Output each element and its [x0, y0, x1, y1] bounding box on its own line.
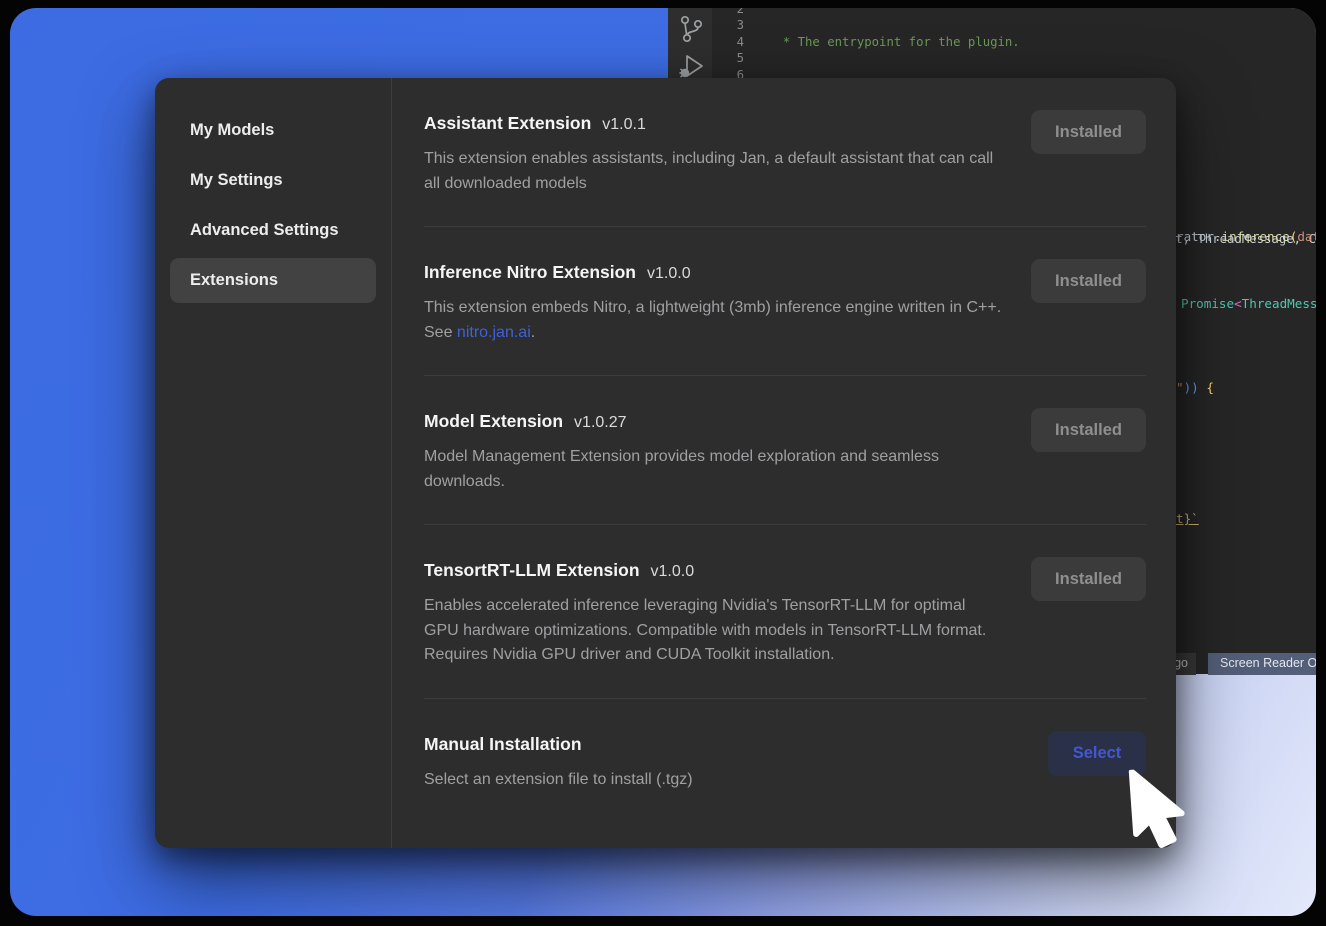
settings-modal: My Models My Settings Advanced Settings …: [155, 78, 1176, 848]
code-token: Promise: [1181, 296, 1234, 311]
extensions-list: Assistant Extension v1.0.1 This extensio…: [424, 78, 1146, 848]
git-branch-icon[interactable]: [678, 14, 704, 44]
extension-name: Model Extension: [424, 408, 563, 434]
manual-installation-title: Manual Installation: [424, 731, 582, 757]
code-fragment: t}`: [1176, 511, 1199, 526]
description-text: .: [531, 324, 535, 341]
app-screenshot: 2 3 4 5 6 * The entrypoint for the plugi…: [10, 8, 1316, 916]
extension-version: v1.0.1: [602, 116, 646, 134]
editor-line-numbers: 2 3 4 5 6: [718, 8, 744, 83]
code-fragment: rator.inference(data));: [1176, 229, 1316, 244]
select-extension-file-button[interactable]: Select: [1048, 731, 1146, 776]
installed-button[interactable]: Installed: [1031, 259, 1146, 303]
code-token: t}`: [1176, 511, 1199, 526]
extension-row-model: Model Extension v1.0.27 Model Management…: [424, 376, 1146, 525]
extension-description: Enables accelerated inference leveraging…: [424, 594, 1002, 668]
screen-reader-optimized-toast[interactable]: Screen Reader Optimized: [1208, 653, 1316, 675]
code-token: rator.: [1176, 229, 1222, 244]
extension-version: v1.0.0: [647, 265, 691, 283]
installed-button[interactable]: Installed: [1031, 557, 1146, 601]
code-token: ": [1176, 380, 1184, 395]
manual-installation-description: Select an extension file to install (.tg…: [424, 768, 1002, 793]
installed-button[interactable]: Installed: [1031, 110, 1146, 154]
extension-version: v1.0.27: [574, 414, 626, 432]
manual-installation-row: Manual Installation Select an extension …: [424, 699, 1146, 817]
extension-row-tensorrt: TensortRT-LLM Extension v1.0.0 Enables a…: [424, 525, 1146, 699]
code-fragment: ")) {: [1176, 380, 1214, 395]
extension-name: Inference Nitro Extension: [424, 259, 636, 285]
sidebar-item-my-settings[interactable]: My Settings: [170, 158, 376, 203]
code-token: )): [1184, 380, 1207, 395]
code-fragment: Promise<ThreadMessage>: [1181, 296, 1316, 311]
extension-description: Model Management Extension provides mode…: [424, 445, 1002, 494]
code-comment: * The entrypoint for the plugin.: [768, 35, 1020, 49]
extension-name: Assistant Extension: [424, 110, 591, 136]
sidebar-item-advanced-settings[interactable]: Advanced Settings: [170, 208, 376, 253]
installed-button[interactable]: Installed: [1031, 408, 1146, 452]
debug-run-icon[interactable]: [678, 54, 706, 80]
nitro-jan-ai-link[interactable]: nitro.jan.ai: [457, 324, 531, 341]
settings-sidebar: My Models My Settings Advanced Settings …: [155, 78, 392, 848]
extension-version: v1.0.0: [651, 563, 695, 581]
code-token: ThreadMessage: [1242, 296, 1316, 311]
sidebar-item-my-models[interactable]: My Models: [170, 108, 376, 153]
desktop-stage: 2 3 4 5 6 * The entrypoint for the plugi…: [0, 0, 1326, 926]
code-token: <: [1234, 296, 1242, 311]
extension-name: TensortRT-LLM Extension: [424, 557, 640, 583]
code-token: {: [1206, 380, 1214, 395]
code-token: data: [1297, 229, 1316, 244]
extension-description: This extension enables assistants, inclu…: [424, 147, 1002, 196]
code-token: inference: [1222, 229, 1290, 244]
extension-description: This extension embeds Nitro, a lightweig…: [424, 296, 1002, 345]
extension-row-nitro: Inference Nitro Extension v1.0.0 This ex…: [424, 227, 1146, 376]
sidebar-item-extensions[interactable]: Extensions: [170, 258, 376, 303]
extension-row-assistant: Assistant Extension v1.0.1 This extensio…: [424, 78, 1146, 227]
